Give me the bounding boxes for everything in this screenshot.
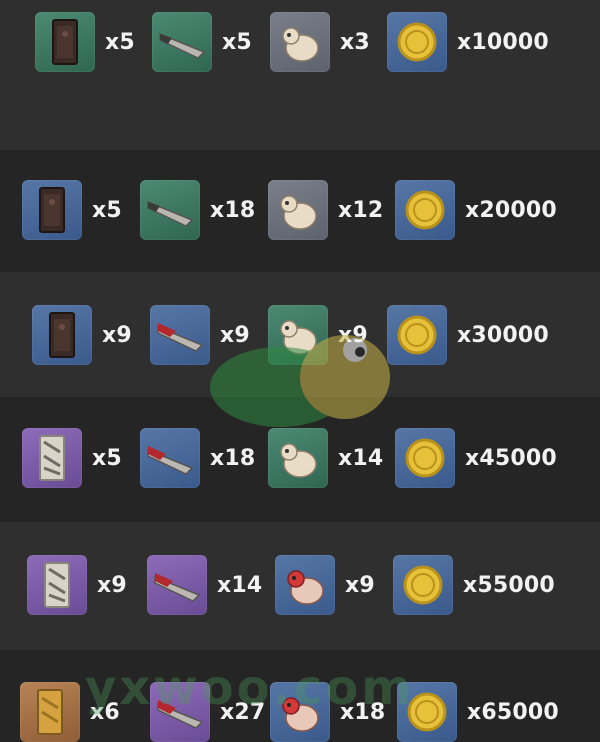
reward-row: x5 x18 x12 x20000	[0, 150, 600, 272]
reward-item[interactable]: x5	[22, 180, 122, 240]
item-quantity: x65000	[467, 699, 559, 725]
item-quantity: x20000	[465, 197, 557, 223]
reward-item[interactable]: x18	[140, 428, 255, 488]
item-quantity: x5	[105, 29, 135, 55]
gray-blade-icon	[152, 12, 212, 72]
gold-coin-icon	[387, 12, 447, 72]
red-creature-icon	[270, 682, 330, 742]
reward-item[interactable]: x20000	[395, 180, 557, 240]
reward-item[interactable]: x18	[140, 180, 255, 240]
item-quantity: x3	[340, 29, 370, 55]
item-quantity: x10000	[457, 29, 549, 55]
item-quantity: x55000	[463, 572, 555, 598]
red-blade-icon	[150, 682, 210, 742]
reward-item[interactable]: x5	[152, 12, 252, 72]
reward-item[interactable]: x65000	[397, 682, 559, 742]
item-quantity: x9	[338, 322, 368, 348]
dark-talisman-icon	[32, 305, 92, 365]
reward-item[interactable]: x3	[270, 12, 370, 72]
item-quantity: x9	[97, 572, 127, 598]
reward-item[interactable]: x9	[268, 305, 368, 365]
item-quantity: x12	[338, 197, 384, 223]
reward-item[interactable]: x14	[147, 555, 262, 615]
reward-item[interactable]: x14	[268, 428, 383, 488]
red-blade-icon	[150, 305, 210, 365]
item-quantity: x14	[338, 445, 384, 471]
dark-talisman-icon	[35, 12, 95, 72]
red-creature-icon	[275, 555, 335, 615]
item-quantity: x27	[220, 699, 266, 725]
item-quantity: x30000	[457, 322, 549, 348]
reward-item[interactable]: x45000	[395, 428, 557, 488]
item-quantity: x9	[220, 322, 250, 348]
gold-coin-icon	[397, 682, 457, 742]
reward-item[interactable]: x9	[275, 555, 375, 615]
reward-item[interactable]: x9	[27, 555, 127, 615]
item-quantity: x6	[90, 699, 120, 725]
reward-item[interactable]: x5	[22, 428, 122, 488]
item-quantity: x45000	[465, 445, 557, 471]
item-quantity: x18	[210, 445, 256, 471]
item-quantity: x9	[345, 572, 375, 598]
item-quantity: x5	[92, 445, 122, 471]
reward-row: x6 x27 x18 x65000	[0, 650, 600, 742]
item-quantity: x14	[217, 572, 263, 598]
gold-coin-icon	[387, 305, 447, 365]
reward-item[interactable]: x12	[268, 180, 383, 240]
red-blade-icon	[147, 555, 207, 615]
item-quantity: x18	[340, 699, 386, 725]
reward-item[interactable]: x10000	[387, 12, 549, 72]
reward-item[interactable]: x9	[32, 305, 132, 365]
gold-coin-icon	[393, 555, 453, 615]
item-quantity: x5	[222, 29, 252, 55]
reward-item[interactable]: x18	[270, 682, 385, 742]
pale-creature-icon	[268, 305, 328, 365]
gold-coin-icon	[395, 428, 455, 488]
item-quantity: x9	[102, 322, 132, 348]
item-quantity: x5	[92, 197, 122, 223]
pale-creature-icon	[270, 12, 330, 72]
reward-item[interactable]: x9	[150, 305, 250, 365]
gold-talisman-icon	[20, 682, 80, 742]
dark-talisman-icon	[22, 180, 82, 240]
reward-item[interactable]: x5	[35, 12, 135, 72]
item-quantity: x18	[210, 197, 256, 223]
gray-blade-icon	[140, 180, 200, 240]
light-talisman-icon	[22, 428, 82, 488]
reward-row: x9 x14 x9 x55000	[0, 522, 600, 650]
reward-item[interactable]: x27	[150, 682, 265, 742]
red-blade-icon	[140, 428, 200, 488]
light-talisman-icon	[27, 555, 87, 615]
reward-item[interactable]: x55000	[393, 555, 555, 615]
reward-item[interactable]: x30000	[387, 305, 549, 365]
gold-coin-icon	[395, 180, 455, 240]
reward-row: x5 x18 x14 x45000	[0, 397, 600, 522]
reward-row: x9 x9 x9 x30000	[0, 272, 600, 397]
pale-creature-icon	[268, 428, 328, 488]
pale-creature-icon	[268, 180, 328, 240]
reward-item[interactable]: x6	[20, 682, 120, 742]
reward-row: x5 x5 x3 x10000	[0, 0, 600, 150]
